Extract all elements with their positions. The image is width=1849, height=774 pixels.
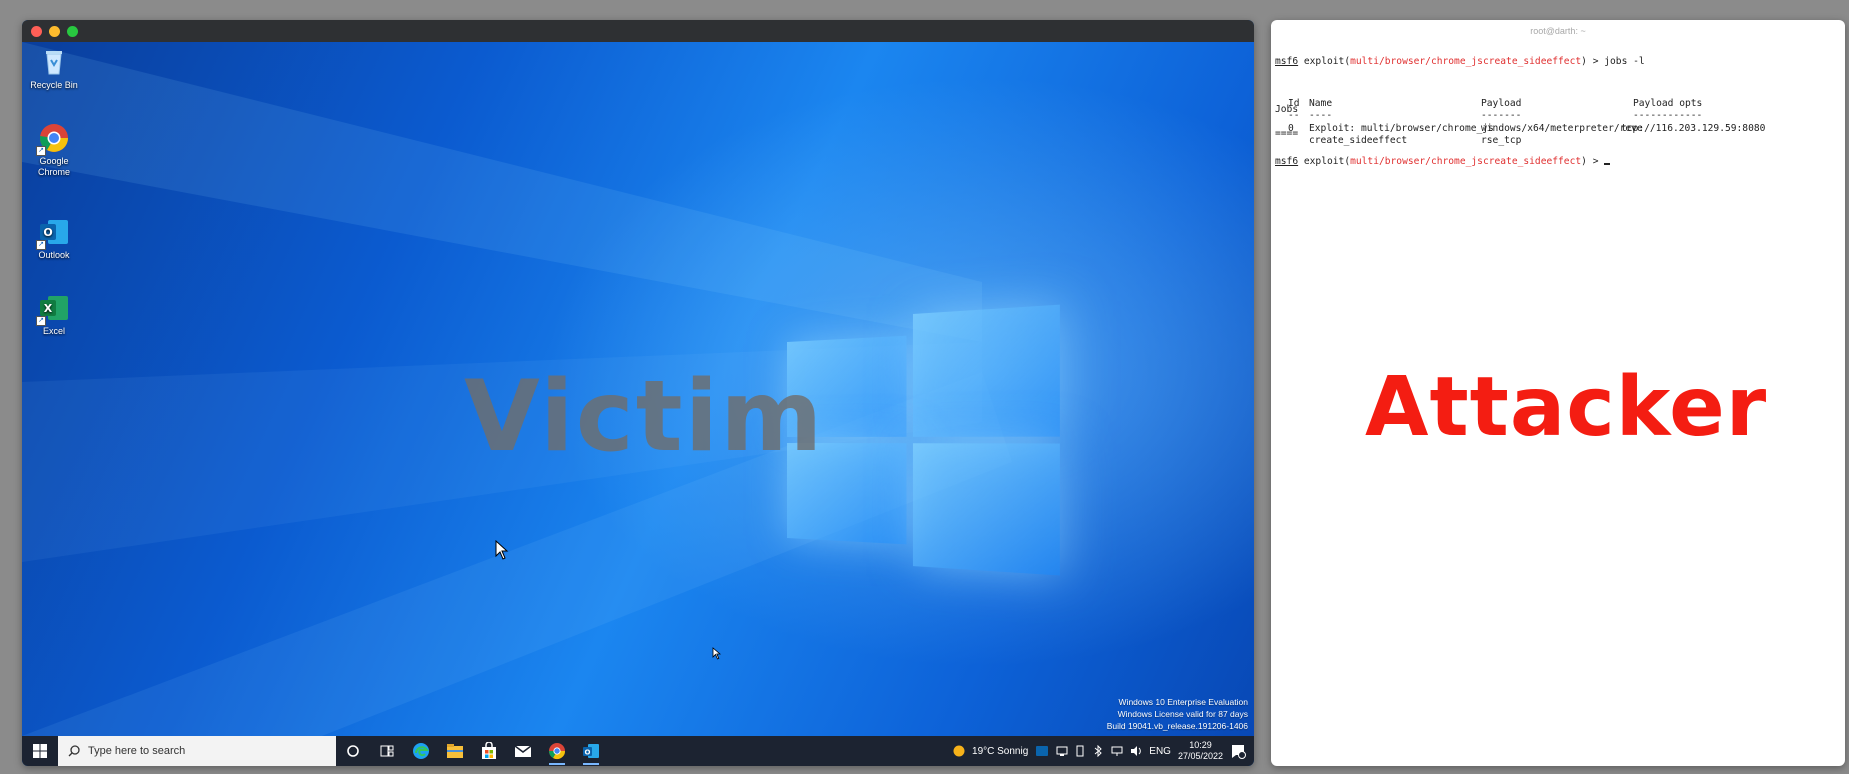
svg-text:O: O	[43, 226, 52, 239]
mouse-cursor-icon	[712, 647, 721, 660]
chrome-icon: ↗	[36, 122, 70, 156]
cortana-button[interactable]	[336, 736, 370, 766]
terminal-title: root@darth: ~	[1530, 26, 1586, 36]
outlook-icon: O ↗	[36, 216, 70, 250]
file-explorer-icon	[447, 744, 463, 758]
close-window-button[interactable]	[31, 25, 42, 37]
job-payload-opts: tcp://116.203.129.59:8080	[1621, 123, 1766, 134]
watermark-line: Build 19041.vb_release.191206-1406	[1106, 721, 1248, 731]
windows-taskbar: Type here to search O 19°C Sonnig ENG 10…	[22, 736, 1254, 766]
weather-text[interactable]: 19°C Sonnig	[972, 746, 1028, 757]
recycle-bin-icon	[38, 46, 70, 78]
svg-text:O: O	[585, 749, 591, 757]
col-rule-payload: -------	[1481, 110, 1522, 121]
clock-time: 10:29	[1189, 740, 1212, 750]
excel-icon: X ↗	[36, 292, 70, 326]
maximize-window-button[interactable]	[67, 25, 78, 37]
svg-text:X: X	[44, 302, 53, 315]
col-header-payload: Payload	[1481, 98, 1522, 109]
search-icon	[68, 745, 80, 757]
mail-button[interactable]	[506, 736, 540, 766]
search-placeholder: Type here to search	[88, 745, 186, 757]
chrome-icon	[548, 743, 566, 760]
windows-evaluation-watermark: Windows 10 Enterprise Evaluation Windows…	[1107, 696, 1248, 732]
prompt-prefix: msf6	[1275, 56, 1299, 67]
desktop-icon-outlook[interactable]: O ↗ Outlook	[28, 216, 80, 261]
taskbar-clock[interactable]: 10:29 27/05/2022	[1178, 740, 1223, 762]
outlook-taskbar-button[interactable]: O	[574, 736, 608, 766]
attacker-terminal-window: root@darth: ~ msf6 exploit(multi/browser…	[1271, 20, 1845, 766]
outlook-icon: O	[583, 744, 599, 758]
desktop-icon-label: Outlook	[38, 250, 70, 260]
job-name-line1: Exploit: multi/browser/chrome_js	[1309, 123, 1494, 134]
vm-titlebar	[22, 20, 1254, 42]
col-header-id: Id	[1288, 98, 1300, 109]
terminal-prompt-line[interactable]: msf6 exploit(multi/browser/chrome_jscrea…	[1275, 156, 1611, 168]
edge-button[interactable]	[404, 736, 438, 766]
mail-icon	[514, 745, 532, 757]
file-explorer-button[interactable]	[438, 736, 472, 766]
cortana-icon	[347, 745, 359, 757]
watermark-line: Windows License valid for 87 days	[1117, 709, 1248, 719]
mouse-cursor-icon	[495, 540, 509, 560]
task-view-button[interactable]	[370, 736, 404, 766]
desktop-icon-chrome[interactable]: ↗ Google Chrome	[28, 122, 80, 178]
victim-overlay-label: Victim	[464, 360, 825, 474]
windows-start-icon	[33, 744, 47, 758]
attacker-overlay-label: Attacker	[1365, 360, 1768, 455]
col-header-payload-opts: Payload opts	[1633, 98, 1703, 109]
victim-vm-window: Victim Recycle Bin ↗ Google Chrome O ↗ O…	[22, 20, 1254, 766]
terminal-command-line: msf6 exploit(multi/browser/chrome_jscrea…	[1275, 56, 1645, 67]
store-icon	[482, 742, 496, 759]
desktop-icon-label: Excel	[42, 326, 65, 336]
usb-icon[interactable]	[1075, 745, 1085, 757]
volume-icon[interactable]	[1130, 745, 1142, 757]
clock-date: 27/05/2022	[1177, 751, 1223, 761]
language-indicator[interactable]: ENG	[1149, 746, 1171, 757]
col-rule-id: --	[1288, 110, 1300, 121]
prompt-suffix: >	[1592, 156, 1599, 167]
desktop-icon-excel[interactable]: X ↗ Excel	[28, 292, 80, 337]
module-name: multi/browser/chrome_jscreate_sideeffect	[1350, 56, 1582, 67]
weather-sun-icon	[953, 745, 965, 757]
module-name: multi/browser/chrome_jscreate_sideeffect	[1350, 156, 1582, 167]
task-view-icon	[380, 745, 394, 757]
desktop-icon-recycle-bin[interactable]: Recycle Bin	[28, 46, 80, 91]
job-payload-line1: windows/x64/meterpreter/reve	[1481, 123, 1643, 134]
start-button[interactable]	[22, 736, 58, 766]
system-tray: 19°C Sonnig ENG 10:29 27/05/2022	[953, 740, 1254, 762]
windows-logo-wallpaper	[787, 304, 1060, 576]
job-payload-line2: rse_tcp	[1481, 135, 1522, 146]
prompt-prefix: msf6	[1275, 156, 1299, 167]
col-header-name: Name	[1309, 98, 1333, 109]
desktop-icon-label: Google Chrome	[37, 156, 70, 177]
job-name-line2: create_sideeffect	[1309, 135, 1408, 146]
minimize-window-button[interactable]	[49, 25, 60, 37]
edge-icon	[413, 743, 429, 759]
command-text: > jobs -l	[1592, 56, 1645, 67]
network-icon[interactable]	[1056, 745, 1068, 757]
desktop-icon-label: Recycle Bin	[30, 80, 78, 90]
col-rule-name: ----	[1309, 110, 1333, 121]
bluetooth-icon[interactable]	[1092, 745, 1104, 757]
notifications-icon[interactable]	[1230, 743, 1246, 759]
watermark-line: Windows 10 Enterprise Evaluation	[1118, 697, 1248, 707]
col-rule-payload-opts: ------------	[1633, 110, 1703, 121]
windows-desktop: Victim Recycle Bin ↗ Google Chrome O ↗ O…	[22, 42, 1254, 736]
store-button[interactable]	[472, 736, 506, 766]
taskbar-search-box[interactable]: Type here to search	[58, 736, 336, 766]
terminal-cursor	[1604, 163, 1611, 165]
chrome-taskbar-button[interactable]	[540, 736, 574, 766]
display-icon[interactable]	[1111, 745, 1123, 757]
outlook-tray-icon[interactable]	[1035, 745, 1049, 757]
job-id: 0	[1288, 123, 1294, 134]
